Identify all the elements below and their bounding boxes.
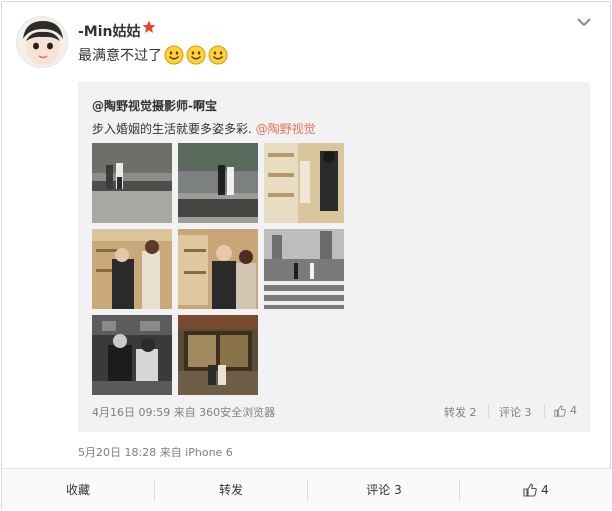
photo-thumbnail[interactable] [264,229,344,309]
original-text: 步入婚姻的生活就要多姿多彩. @陶野视觉 [92,120,316,137]
photo-thumbnail[interactable] [264,143,344,223]
photo-thumbnail[interactable] [92,315,172,395]
smiley-emoji-icon [208,45,228,65]
photo-thumbnail[interactable] [92,229,172,309]
divider [544,404,545,418]
chevron-down-icon[interactable] [576,16,592,28]
username[interactable]: -Min姑姑 [78,21,141,41]
original-text-content: 步入婚姻的生活就要多姿多彩. [92,122,252,136]
thumbs-up-icon [554,404,566,417]
post-meta: 5月20日 18:28 来自 iPhone 6 [78,446,233,459]
action-bar: 收藏 转发 评论 3 4 [2,468,612,510]
vip-star-icon [142,20,156,33]
smiley-emoji-icon [164,45,184,65]
original-author-link[interactable]: @陶野视觉摄影师-啊宝 [92,97,217,114]
post-text: 最满意不过了 [78,43,228,67]
forward-label: 转发 [218,483,243,497]
repost-box: @陶野视觉摄影师-啊宝 步入婚姻的生活就要多姿多彩. @陶野视觉 4月16日 0… [78,82,590,432]
photo-thumbnail[interactable] [178,315,258,395]
smiley-emoji-icon [186,45,206,65]
photo-thumbnail[interactable] [178,143,258,223]
like-button[interactable]: 4 [460,469,612,510]
like-count: 4 [541,482,549,497]
original-forward-button[interactable]: 转发 2 [444,404,477,420]
original-like-count: 4 [570,404,577,417]
photo-thumbnail[interactable] [178,229,258,309]
feed-card: -Min姑姑 最满意不过了 @陶野视觉摄影师-啊宝 步入婚姻的生活就要多姿多彩.… [1,1,612,510]
original-like-button[interactable]: 4 [554,404,577,417]
favorite-button[interactable]: 收藏 [2,469,154,510]
thumbs-up-icon [523,482,537,497]
comment-label: 评论 3 [366,483,402,497]
original-meta: 4月16日 09:59 来自 360安全浏览器 [92,406,276,419]
avatar[interactable] [16,16,68,68]
comment-button[interactable]: 评论 3 [308,469,460,510]
original-comment-button[interactable]: 评论 3 [499,404,532,420]
divider [488,404,489,418]
photo-thumbnail[interactable] [92,143,172,223]
favorite-label: 收藏 [65,483,90,497]
post-text-content: 最满意不过了 [78,48,162,64]
mention-link[interactable]: @陶野视觉 [256,122,316,136]
forward-button[interactable]: 转发 [155,469,307,510]
